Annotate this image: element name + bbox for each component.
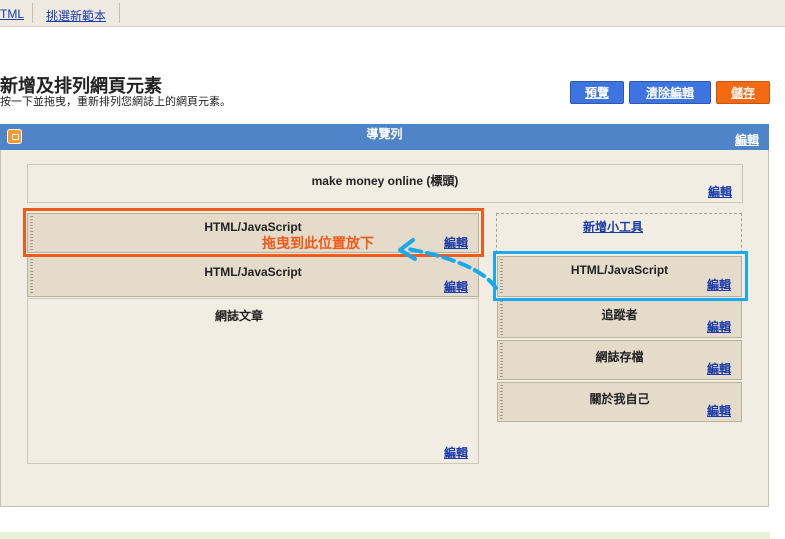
footer-strip — [0, 532, 770, 539]
drag-arrow-icon — [398, 238, 498, 290]
